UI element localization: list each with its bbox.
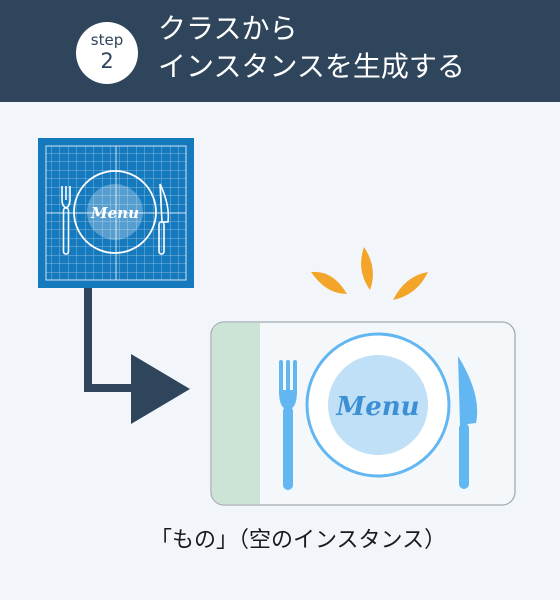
blueprint-plate-label: Menu (90, 204, 139, 222)
generation-arrow (84, 288, 190, 424)
blueprint-class: Menu (38, 138, 194, 288)
diagram-canvas: Menu Menu (38, 138, 516, 506)
plate-label: Menu (335, 392, 419, 422)
instance-caption: 「もの」（空のインスタンス） (150, 528, 447, 553)
card-stripe (212, 323, 260, 504)
instance-card: Menu (210, 321, 516, 506)
sparkle-icon (311, 247, 428, 300)
plate-icon: Menu (305, 332, 451, 478)
